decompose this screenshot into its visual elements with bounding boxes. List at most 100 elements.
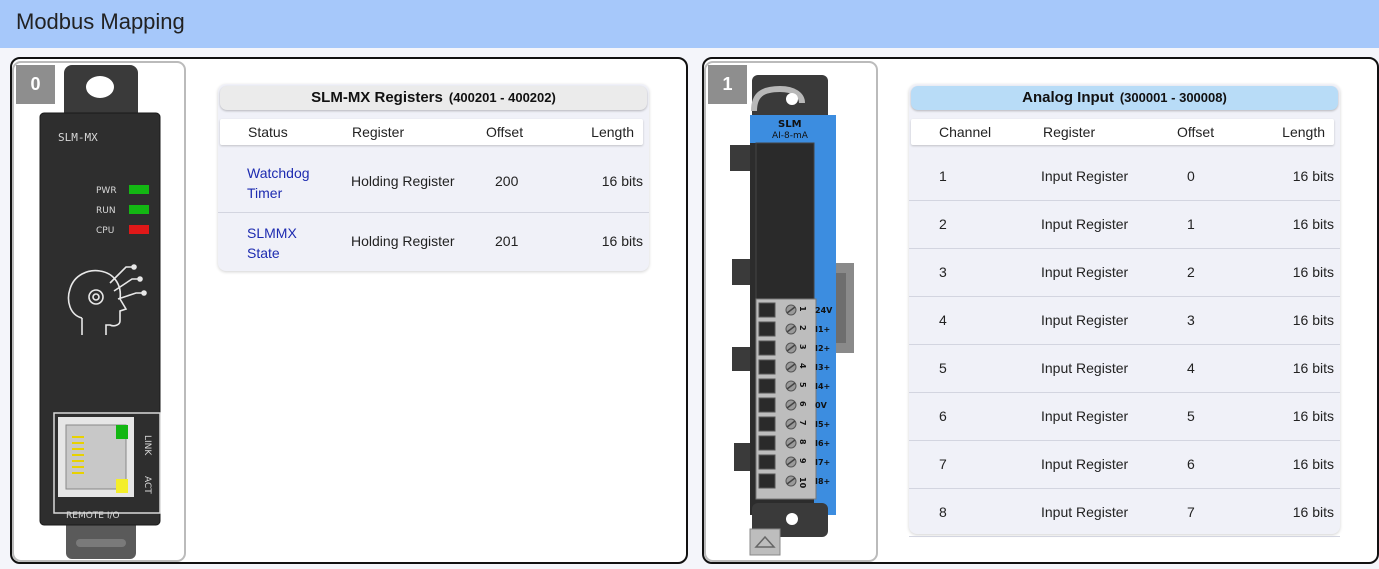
terminal-label: I3+ bbox=[815, 363, 830, 372]
status-link-line[interactable]: Timer bbox=[247, 183, 310, 203]
column-register: Register bbox=[352, 124, 405, 140]
terminal-socket bbox=[758, 378, 776, 394]
channel-cell: 8 bbox=[939, 504, 947, 520]
terminal-number: 7 bbox=[798, 420, 807, 426]
offset-cell: 7 bbox=[1187, 504, 1195, 520]
terminal-number: 4 bbox=[798, 363, 807, 369]
page-title: Modbus Mapping bbox=[16, 9, 185, 34]
table-row[interactable]: 5 Input Register 4 16 bits bbox=[909, 345, 1340, 393]
offset-cell: 6 bbox=[1187, 456, 1195, 472]
terminal-label: I8+ bbox=[815, 477, 830, 486]
slot-0-panel: 0 SLM-MX PWR RUN CPU LINK ACT REMOTE I/O… bbox=[10, 57, 688, 564]
link-label: LINK bbox=[142, 435, 152, 456]
status-link[interactable]: SLMMX State bbox=[247, 223, 297, 263]
column-length: Length bbox=[1282, 124, 1325, 140]
analog-input-header: Analog Input (300001 - 300008) bbox=[911, 86, 1338, 110]
slot-1-device-frame[interactable]: 1 SLM AI-8-mA 1 24V 2 I1+ 3 I2+ 4 I3+ 5 I4+ 6 0V 7 I5… bbox=[704, 61, 878, 562]
status-link-line[interactable]: State bbox=[247, 243, 297, 263]
register-cell: Input Register bbox=[1041, 216, 1129, 232]
terminal-label: I7+ bbox=[815, 458, 830, 467]
offset-cell: 4 bbox=[1187, 360, 1195, 376]
channel-cell: 4 bbox=[939, 312, 947, 328]
table-row[interactable]: 3 Input Register 2 16 bits bbox=[909, 249, 1340, 297]
column-length: Length bbox=[591, 124, 634, 140]
led-indicator bbox=[129, 205, 149, 214]
terminal-socket bbox=[758, 473, 776, 489]
slot-number-badge: 1 bbox=[708, 65, 747, 104]
offset-cell: 0 bbox=[1187, 168, 1195, 184]
module-name: SLM-MX bbox=[58, 131, 98, 144]
terminal-label: I6+ bbox=[815, 439, 830, 448]
card-title: SLM-MX Registers bbox=[311, 89, 443, 106]
slm-mx-module-image: SLM-MX PWRRUNCPU LINK ACT REMOTE I/O bbox=[39, 65, 161, 559]
status-link[interactable]: Watchdog Timer bbox=[247, 163, 310, 203]
offset-cell: 3 bbox=[1187, 312, 1195, 328]
register-cell: Input Register bbox=[1041, 504, 1129, 520]
module-brand: SLM bbox=[778, 119, 802, 130]
act-label: ACT bbox=[142, 476, 152, 494]
card-range: (400201 - 400202) bbox=[448, 90, 556, 105]
register-cell: Input Register bbox=[1041, 312, 1129, 328]
status-link-line[interactable]: SLMMX bbox=[247, 223, 297, 243]
module-model: AI-8-mA bbox=[772, 131, 809, 141]
analog-input-card: Analog Input (300001 - 300008) Channel Re… bbox=[909, 84, 1340, 537]
slm-mx-registers-header: SLM-MX Registers (400201 - 400202) bbox=[220, 86, 647, 110]
table-row[interactable]: 7 Input Register 6 16 bits bbox=[909, 441, 1340, 489]
length-cell: 16 bits bbox=[1292, 408, 1334, 424]
remote-io-label: REMOTE I/O bbox=[66, 511, 120, 521]
terminal-label: I5+ bbox=[815, 420, 830, 429]
terminal-socket bbox=[758, 321, 776, 337]
terminal-socket bbox=[758, 397, 776, 413]
column-offset: Offset bbox=[1177, 124, 1215, 140]
slot-0-device-frame[interactable]: 0 SLM-MX PWR RUN CPU LINK ACT REMOTE I/O bbox=[12, 61, 186, 562]
channel-cell: 6 bbox=[939, 408, 947, 424]
column-register: Register bbox=[1043, 124, 1096, 140]
terminal-label: 0V bbox=[815, 401, 828, 410]
card-title: Analog Input bbox=[1022, 89, 1114, 106]
register-cell: Input Register bbox=[1041, 264, 1129, 280]
terminal-number: 5 bbox=[798, 382, 807, 388]
length-cell: 16 bits bbox=[1292, 504, 1334, 520]
terminal-number: 8 bbox=[798, 439, 807, 445]
led-label: CPU bbox=[96, 226, 114, 236]
channel-cell: 1 bbox=[939, 168, 947, 184]
channel-cell: 5 bbox=[939, 360, 947, 376]
terminal-socket bbox=[758, 359, 776, 375]
terminal-number: 1 bbox=[798, 306, 807, 312]
terminal-socket bbox=[758, 302, 776, 318]
length-cell: 16 bits bbox=[601, 233, 643, 249]
table-column-header: Channel Register Offset Length bbox=[911, 119, 1334, 145]
length-cell: 16 bits bbox=[1292, 312, 1334, 328]
terminal-number: 6 bbox=[798, 401, 807, 407]
channel-cell: 7 bbox=[939, 456, 947, 472]
table-row[interactable]: SLMMX State Holding Register 201 16 bits bbox=[218, 213, 649, 272]
length-cell: 16 bits bbox=[1292, 456, 1334, 472]
length-cell: 16 bits bbox=[1292, 168, 1334, 184]
header-bar: Modbus Mapping bbox=[0, 0, 1379, 48]
table-row[interactable]: 4 Input Register 3 16 bits bbox=[909, 297, 1340, 345]
table-column-header: Status Register Offset Length bbox=[220, 119, 643, 145]
column-channel: Channel bbox=[939, 124, 992, 140]
table-row[interactable]: 8 Input Register 7 16 bits bbox=[909, 489, 1340, 537]
table-row[interactable]: 2 Input Register 1 16 bits bbox=[909, 201, 1340, 249]
terminal-number: 9 bbox=[798, 458, 807, 464]
column-status: Status bbox=[248, 124, 288, 140]
terminal-socket bbox=[758, 340, 776, 356]
register-cell: Input Register bbox=[1041, 360, 1129, 376]
table-row[interactable]: 1 Input Register 0 16 bits bbox=[909, 153, 1340, 201]
offset-cell: 200 bbox=[495, 173, 519, 189]
table-row[interactable]: 6 Input Register 5 16 bits bbox=[909, 393, 1340, 441]
offset-cell: 201 bbox=[495, 233, 519, 249]
channel-cell: 3 bbox=[939, 264, 947, 280]
channel-cell: 2 bbox=[939, 216, 947, 232]
terminal-socket bbox=[758, 416, 776, 432]
terminal-number: 2 bbox=[798, 325, 807, 331]
terminal-label: I4+ bbox=[815, 382, 830, 391]
table-row[interactable]: Watchdog Timer Holding Register 200 16 bits bbox=[218, 153, 649, 213]
terminal-label: 24V bbox=[815, 306, 833, 315]
slot-number-badge: 0 bbox=[16, 65, 55, 104]
offset-cell: 2 bbox=[1187, 264, 1195, 280]
register-cell: Holding Register bbox=[351, 233, 455, 249]
terminal-number: 10 bbox=[798, 477, 807, 489]
status-link-line[interactable]: Watchdog bbox=[247, 163, 310, 183]
